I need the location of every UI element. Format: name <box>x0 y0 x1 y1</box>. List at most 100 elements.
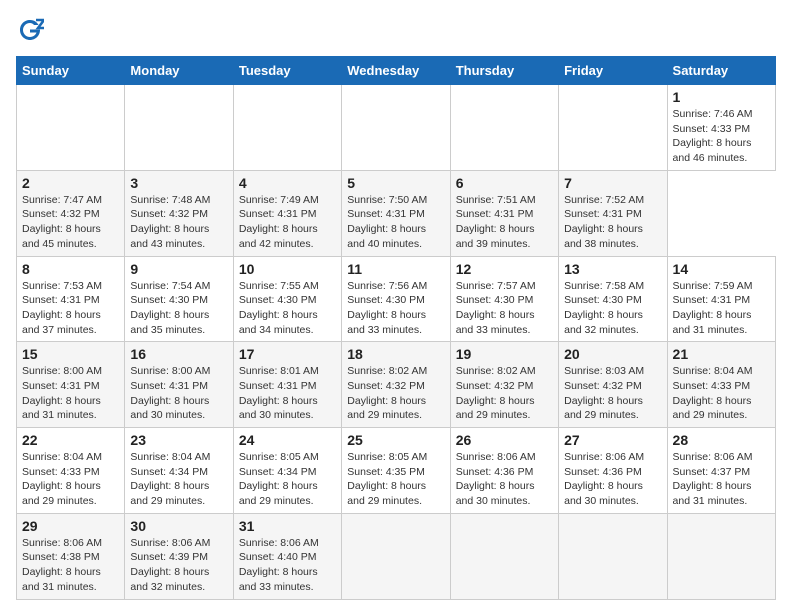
day-number: 3 <box>130 175 227 191</box>
day-detail: Sunrise: 8:00 AMSunset: 4:31 PMDaylight:… <box>130 365 210 421</box>
day-detail: Sunrise: 8:05 AMSunset: 4:34 PMDaylight:… <box>239 451 319 507</box>
day-detail: Sunrise: 8:06 AMSunset: 4:40 PMDaylight:… <box>239 537 319 593</box>
header-wednesday: Wednesday <box>342 57 450 85</box>
day-number: 9 <box>130 261 227 277</box>
day-detail: Sunrise: 8:05 AMSunset: 4:35 PMDaylight:… <box>347 451 427 507</box>
empty-cell <box>125 85 233 171</box>
day-number: 23 <box>130 432 227 448</box>
day-cell-27: 27 Sunrise: 8:06 AMSunset: 4:36 PMDayligh… <box>559 428 667 514</box>
day-detail: Sunrise: 7:49 AMSunset: 4:31 PMDaylight:… <box>239 194 319 250</box>
day-number: 6 <box>456 175 553 191</box>
day-cell-10: 10 Sunrise: 7:55 AMSunset: 4:30 PMDayligh… <box>233 256 341 342</box>
day-detail: Sunrise: 7:56 AMSunset: 4:30 PMDaylight:… <box>347 280 427 336</box>
week-row-1: 2Sunrise: 7:47 AMSunset: 4:32 PMDaylight… <box>17 170 776 256</box>
day-cell-3: 3 Sunrise: 7:48 AMSunset: 4:32 PMDaylight… <box>125 170 233 256</box>
empty-cell <box>450 85 558 171</box>
empty-cell <box>450 513 558 599</box>
day-number: 22 <box>22 432 119 448</box>
header-monday: Monday <box>125 57 233 85</box>
day-cell-29: 29 Sunrise: 8:06 AMSunset: 4:38 PMDayligh… <box>17 513 125 599</box>
day-number: 20 <box>564 346 661 362</box>
day-cell-23: 23 Sunrise: 8:04 AMSunset: 4:34 PMDayligh… <box>125 428 233 514</box>
day-cell-16: 16 Sunrise: 8:00 AMSunset: 4:31 PMDayligh… <box>125 342 233 428</box>
day-detail: Sunrise: 7:54 AMSunset: 4:30 PMDaylight:… <box>130 280 210 336</box>
day-number: 18 <box>347 346 444 362</box>
day-number: 7 <box>564 175 661 191</box>
day-number: 17 <box>239 346 336 362</box>
week-row-4: 22Sunrise: 8:04 AMSunset: 4:33 PMDayligh… <box>17 428 776 514</box>
day-detail: Sunrise: 7:51 AMSunset: 4:31 PMDaylight:… <box>456 194 536 250</box>
day-detail: Sunrise: 8:04 AMSunset: 4:34 PMDaylight:… <box>130 451 210 507</box>
day-number: 1 <box>673 89 770 105</box>
day-cell-1: 1 Sunrise: 7:46 AMSunset: 4:33 PMDaylight… <box>667 85 775 171</box>
page-header <box>16 16 776 44</box>
day-number: 24 <box>239 432 336 448</box>
empty-cell <box>342 85 450 171</box>
day-cell-13: 13 Sunrise: 7:58 AMSunset: 4:30 PMDayligh… <box>559 256 667 342</box>
day-number: 27 <box>564 432 661 448</box>
day-cell-2: 2Sunrise: 7:47 AMSunset: 4:32 PMDaylight… <box>17 170 125 256</box>
day-cell-28: 28 Sunrise: 8:06 AMSunset: 4:37 PMDayligh… <box>667 428 775 514</box>
day-number: 5 <box>347 175 444 191</box>
day-detail: Sunrise: 7:48 AMSunset: 4:32 PMDaylight:… <box>130 194 210 250</box>
day-number: 10 <box>239 261 336 277</box>
day-detail: Sunrise: 7:46 AMSunset: 4:33 PMDaylight:… <box>673 108 753 164</box>
empty-cell <box>17 85 125 171</box>
day-detail: Sunrise: 8:06 AMSunset: 4:37 PMDaylight:… <box>673 451 753 507</box>
day-number: 30 <box>130 518 227 534</box>
header-sunday: Sunday <box>17 57 125 85</box>
week-row-2: 8 Sunrise: 7:53 AMSunset: 4:31 PMDaylight… <box>17 256 776 342</box>
logo-icon <box>16 16 44 44</box>
day-detail: Sunrise: 8:02 AMSunset: 4:32 PMDaylight:… <box>456 365 536 421</box>
empty-cell <box>667 513 775 599</box>
day-detail: Sunrise: 8:06 AMSunset: 4:38 PMDaylight:… <box>22 537 102 593</box>
day-number: 11 <box>347 261 444 277</box>
day-number: 4 <box>239 175 336 191</box>
empty-cell <box>233 85 341 171</box>
day-detail: Sunrise: 7:58 AMSunset: 4:30 PMDaylight:… <box>564 280 644 336</box>
day-cell-8: 8 Sunrise: 7:53 AMSunset: 4:31 PMDaylight… <box>17 256 125 342</box>
day-detail: Sunrise: 7:57 AMSunset: 4:30 PMDaylight:… <box>456 280 536 336</box>
day-number: 15 <box>22 346 119 362</box>
day-cell-18: 18 Sunrise: 8:02 AMSunset: 4:32 PMDayligh… <box>342 342 450 428</box>
day-cell-19: 19Sunrise: 8:02 AMSunset: 4:32 PMDayligh… <box>450 342 558 428</box>
day-detail: Sunrise: 7:59 AMSunset: 4:31 PMDaylight:… <box>673 280 753 336</box>
day-detail: Sunrise: 7:55 AMSunset: 4:30 PMDaylight:… <box>239 280 319 336</box>
day-detail: Sunrise: 8:02 AMSunset: 4:32 PMDaylight:… <box>347 365 427 421</box>
header-saturday: Saturday <box>667 57 775 85</box>
day-number: 25 <box>347 432 444 448</box>
day-detail: Sunrise: 8:06 AMSunset: 4:36 PMDaylight:… <box>564 451 644 507</box>
logo <box>16 16 48 44</box>
day-cell-22: 22Sunrise: 8:04 AMSunset: 4:33 PMDayligh… <box>17 428 125 514</box>
day-cell-24: 24 Sunrise: 8:05 AMSunset: 4:34 PMDayligh… <box>233 428 341 514</box>
header-thursday: Thursday <box>450 57 558 85</box>
day-number: 8 <box>22 261 119 277</box>
day-number: 13 <box>564 261 661 277</box>
day-detail: Sunrise: 7:47 AMSunset: 4:32 PMDaylight:… <box>22 194 102 250</box>
day-detail: Sunrise: 8:03 AMSunset: 4:32 PMDaylight:… <box>564 365 644 421</box>
day-cell-25: 25 Sunrise: 8:05 AMSunset: 4:35 PMDayligh… <box>342 428 450 514</box>
day-detail: Sunrise: 7:52 AMSunset: 4:31 PMDaylight:… <box>564 194 644 250</box>
day-number: 12 <box>456 261 553 277</box>
empty-cell <box>559 513 667 599</box>
day-cell-4: 4 Sunrise: 7:49 AMSunset: 4:31 PMDaylight… <box>233 170 341 256</box>
day-detail: Sunrise: 7:50 AMSunset: 4:31 PMDaylight:… <box>347 194 427 250</box>
day-number: 14 <box>673 261 770 277</box>
header-tuesday: Tuesday <box>233 57 341 85</box>
empty-cell <box>559 85 667 171</box>
day-number: 28 <box>673 432 770 448</box>
day-cell-6: 6 Sunrise: 7:51 AMSunset: 4:31 PMDaylight… <box>450 170 558 256</box>
day-detail: Sunrise: 8:01 AMSunset: 4:31 PMDaylight:… <box>239 365 319 421</box>
day-cell-9: 9 Sunrise: 7:54 AMSunset: 4:30 PMDaylight… <box>125 256 233 342</box>
day-cell-30: 30Sunrise: 8:06 AMSunset: 4:39 PMDayligh… <box>125 513 233 599</box>
day-detail: Sunrise: 8:04 AMSunset: 4:33 PMDaylight:… <box>673 365 753 421</box>
day-detail: Sunrise: 7:53 AMSunset: 4:31 PMDaylight:… <box>22 280 102 336</box>
day-cell-11: 11 Sunrise: 7:56 AMSunset: 4:30 PMDayligh… <box>342 256 450 342</box>
day-cell-7: 7 Sunrise: 7:52 AMSunset: 4:31 PMDaylight… <box>559 170 667 256</box>
day-cell-14: 14 Sunrise: 7:59 AMSunset: 4:31 PMDayligh… <box>667 256 775 342</box>
day-number: 26 <box>456 432 553 448</box>
day-number: 29 <box>22 518 119 534</box>
week-row-3: 15 Sunrise: 8:00 AMSunset: 4:31 PMDayligh… <box>17 342 776 428</box>
week-row-5: 29 Sunrise: 8:06 AMSunset: 4:38 PMDayligh… <box>17 513 776 599</box>
day-number: 16 <box>130 346 227 362</box>
